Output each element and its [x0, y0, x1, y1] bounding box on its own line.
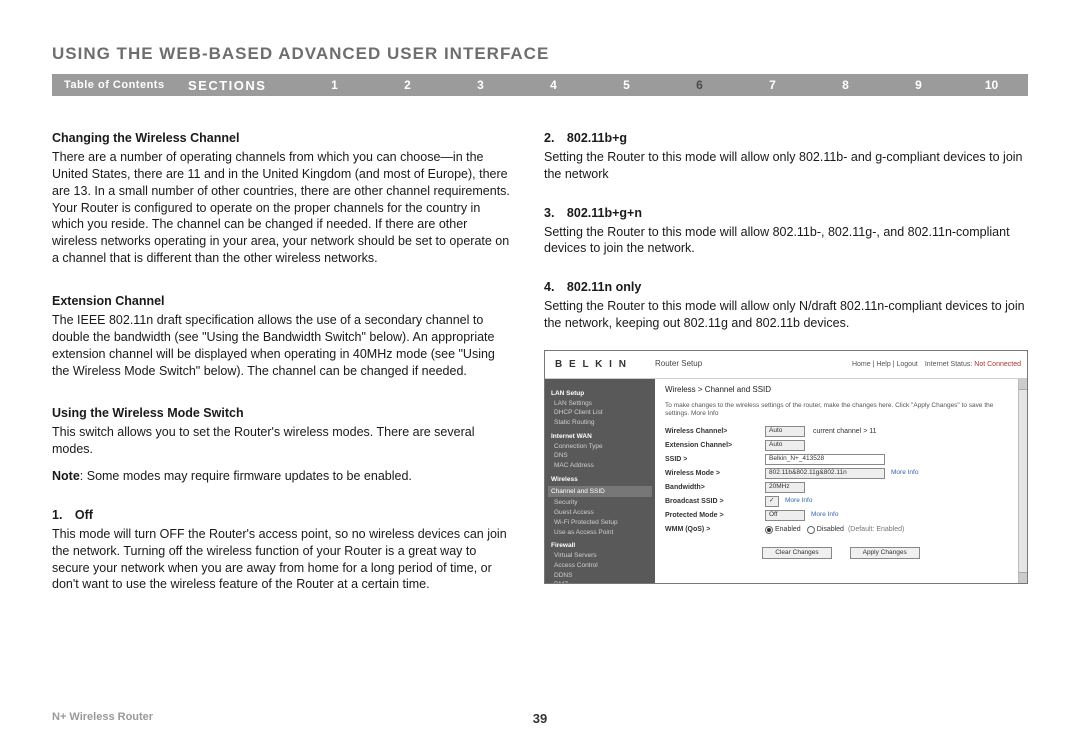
breadcrumb: Wireless > Channel and SSID — [665, 385, 1017, 396]
wmm-disabled-label: Disabled — [817, 525, 844, 534]
sidebar-channel-ssid[interactable]: Channel and SSID — [548, 486, 652, 498]
para-mode-bg: Setting the Router to this mode will all… — [544, 149, 1028, 183]
heading-wireless-mode: Using the Wireless Mode Switch — [52, 405, 510, 422]
label-bandwidth: Bandwidth> — [665, 483, 765, 492]
para-mode-n: Setting the Router to this mode will all… — [544, 298, 1028, 332]
sidebar-firewall[interactable]: Firewall — [551, 541, 649, 551]
note-text: : Some modes may require firmware update… — [80, 469, 412, 483]
page-title: USING THE WEB-BASED ADVANCED USER INTERF… — [52, 44, 1028, 64]
router-ui-screenshot: B E L K I N Router Setup Home | Help | L… — [544, 350, 1028, 584]
sidebar-conn[interactable]: Connection Type — [551, 442, 649, 452]
sidebar-dns[interactable]: DNS — [551, 451, 649, 461]
select-wireless-mode[interactable]: 802.11b&802.11g&802.11n — [765, 468, 885, 479]
heading-extension-channel: Extension Channel — [52, 293, 510, 310]
belkin-logo: B E L K I N — [545, 358, 655, 372]
sidebar-uap[interactable]: Use as Access Point — [551, 528, 649, 538]
more-info-bs[interactable]: More Info — [785, 497, 812, 506]
left-column: Changing the Wireless Channel There are … — [52, 130, 510, 595]
current-channel: current channel > 11 — [813, 427, 877, 436]
section-link-3[interactable]: 3 — [444, 78, 517, 92]
para-wireless-channel: There are a number of operating channels… — [52, 149, 510, 267]
para-wireless-mode: This switch allows you to set the Router… — [52, 424, 510, 458]
label-extension-channel: Extension Channel> — [665, 441, 765, 450]
heading-mode-bg: 2. 802.11b+g — [544, 130, 1028, 147]
page-footer: N+ Wireless Router 39 — [52, 711, 1028, 726]
router-sidebar: LAN Setup LAN Settings DHCP Client List … — [545, 379, 655, 583]
label-ssid: SSID > — [665, 455, 765, 464]
note-line: Note: Some modes may require firmware up… — [52, 468, 510, 485]
sidebar-wan[interactable]: Internet WAN — [551, 432, 649, 442]
page-number: 39 — [533, 711, 547, 726]
section-link-9[interactable]: 9 — [882, 78, 955, 92]
sidebar-dhcp[interactable]: DHCP Client List — [551, 408, 649, 418]
checkbox-broadcast-ssid[interactable]: ✓ — [765, 496, 779, 507]
sidebar-static[interactable]: Static Routing — [551, 418, 649, 428]
sidebar-wireless[interactable]: Wireless — [551, 475, 649, 485]
label-wmm: WMM (QoS) > — [665, 525, 765, 534]
sidebar-ac[interactable]: Access Control — [551, 561, 649, 571]
right-column: 2. 802.11b+g Setting the Router to this … — [544, 130, 1028, 595]
router-setup-label: Router Setup — [655, 359, 702, 370]
radio-wmm-enabled[interactable] — [765, 526, 773, 534]
apply-changes-button[interactable]: Apply Changes — [850, 547, 920, 560]
sidebar-guest[interactable]: Guest Access — [551, 508, 649, 518]
select-protected-mode[interactable]: Off — [765, 510, 805, 521]
heading-mode-n: 4. 802.11n only — [544, 279, 1028, 296]
heading-mode-off: 1. Off — [52, 507, 510, 524]
sidebar-dmz[interactable]: DMZ — [551, 580, 649, 583]
label-protected-mode: Protected Mode > — [665, 511, 765, 520]
status-links[interactable]: Home | Help | Logout Internet Status: — [852, 361, 972, 368]
section-link-4[interactable]: 4 — [517, 78, 590, 92]
scrollbar[interactable] — [1018, 379, 1027, 583]
status-bar: Home | Help | Logout Internet Status: No… — [702, 360, 1027, 369]
sections-label: SECTIONS — [188, 78, 298, 93]
more-info-wm[interactable]: More Info — [891, 469, 918, 478]
section-nav: Table of Contents SECTIONS 1 2 3 4 5 6 7… — [52, 74, 1028, 96]
select-extension-channel[interactable]: Auto — [765, 440, 805, 451]
wmm-default: (Default: Enabled) — [848, 525, 904, 534]
section-link-2[interactable]: 2 — [371, 78, 444, 92]
router-main-panel: Wireless > Channel and SSID To make chan… — [655, 379, 1027, 583]
label-broadcast-ssid: Broadcast SSID > — [665, 497, 765, 506]
label-wireless-channel: Wireless Channel> — [665, 427, 765, 436]
help-text: To make changes to the wireless settings… — [665, 402, 1017, 419]
section-link-10[interactable]: 10 — [955, 78, 1028, 92]
section-link-6[interactable]: 6 — [663, 78, 736, 92]
section-link-5[interactable]: 5 — [590, 78, 663, 92]
select-wireless-channel[interactable]: Auto — [765, 426, 805, 437]
section-link-1[interactable]: 1 — [298, 78, 371, 92]
heading-mode-bgn: 3. 802.11b+g+n — [544, 205, 1028, 222]
wmm-enabled-label: Enabled — [775, 525, 801, 534]
sidebar-lan-settings[interactable]: LAN Settings — [551, 399, 649, 409]
sidebar-wps[interactable]: Wi-Fi Protected Setup — [551, 518, 649, 528]
sidebar-ddns[interactable]: DDNS — [551, 571, 649, 581]
para-extension-channel: The IEEE 802.11n draft specification all… — [52, 312, 510, 380]
toc-link[interactable]: Table of Contents — [52, 79, 192, 91]
heading-wireless-channel: Changing the Wireless Channel — [52, 130, 510, 147]
status-not-connected: Not Connected — [972, 361, 1021, 368]
label-wireless-mode: Wireless Mode > — [665, 469, 765, 478]
input-ssid[interactable]: Belkin_N+_413528 — [765, 454, 885, 465]
more-info-pm[interactable]: More Info — [811, 511, 838, 520]
sidebar-vs[interactable]: Virtual Servers — [551, 551, 649, 561]
section-link-7[interactable]: 7 — [736, 78, 809, 92]
radio-wmm-disabled[interactable] — [807, 526, 815, 534]
section-link-8[interactable]: 8 — [809, 78, 882, 92]
select-bandwidth[interactable]: 20MHz — [765, 482, 805, 493]
sidebar-lan-setup[interactable]: LAN Setup — [551, 389, 649, 399]
para-mode-bgn: Setting the Router to this mode will all… — [544, 224, 1028, 258]
sidebar-security[interactable]: Security — [551, 498, 649, 508]
note-label: Note — [52, 469, 80, 483]
clear-changes-button[interactable]: Clear Changes — [762, 547, 831, 560]
sidebar-mac[interactable]: MAC Address — [551, 461, 649, 471]
para-mode-off: This mode will turn OFF the Router's acc… — [52, 526, 510, 594]
footer-product: N+ Wireless Router — [52, 711, 533, 726]
